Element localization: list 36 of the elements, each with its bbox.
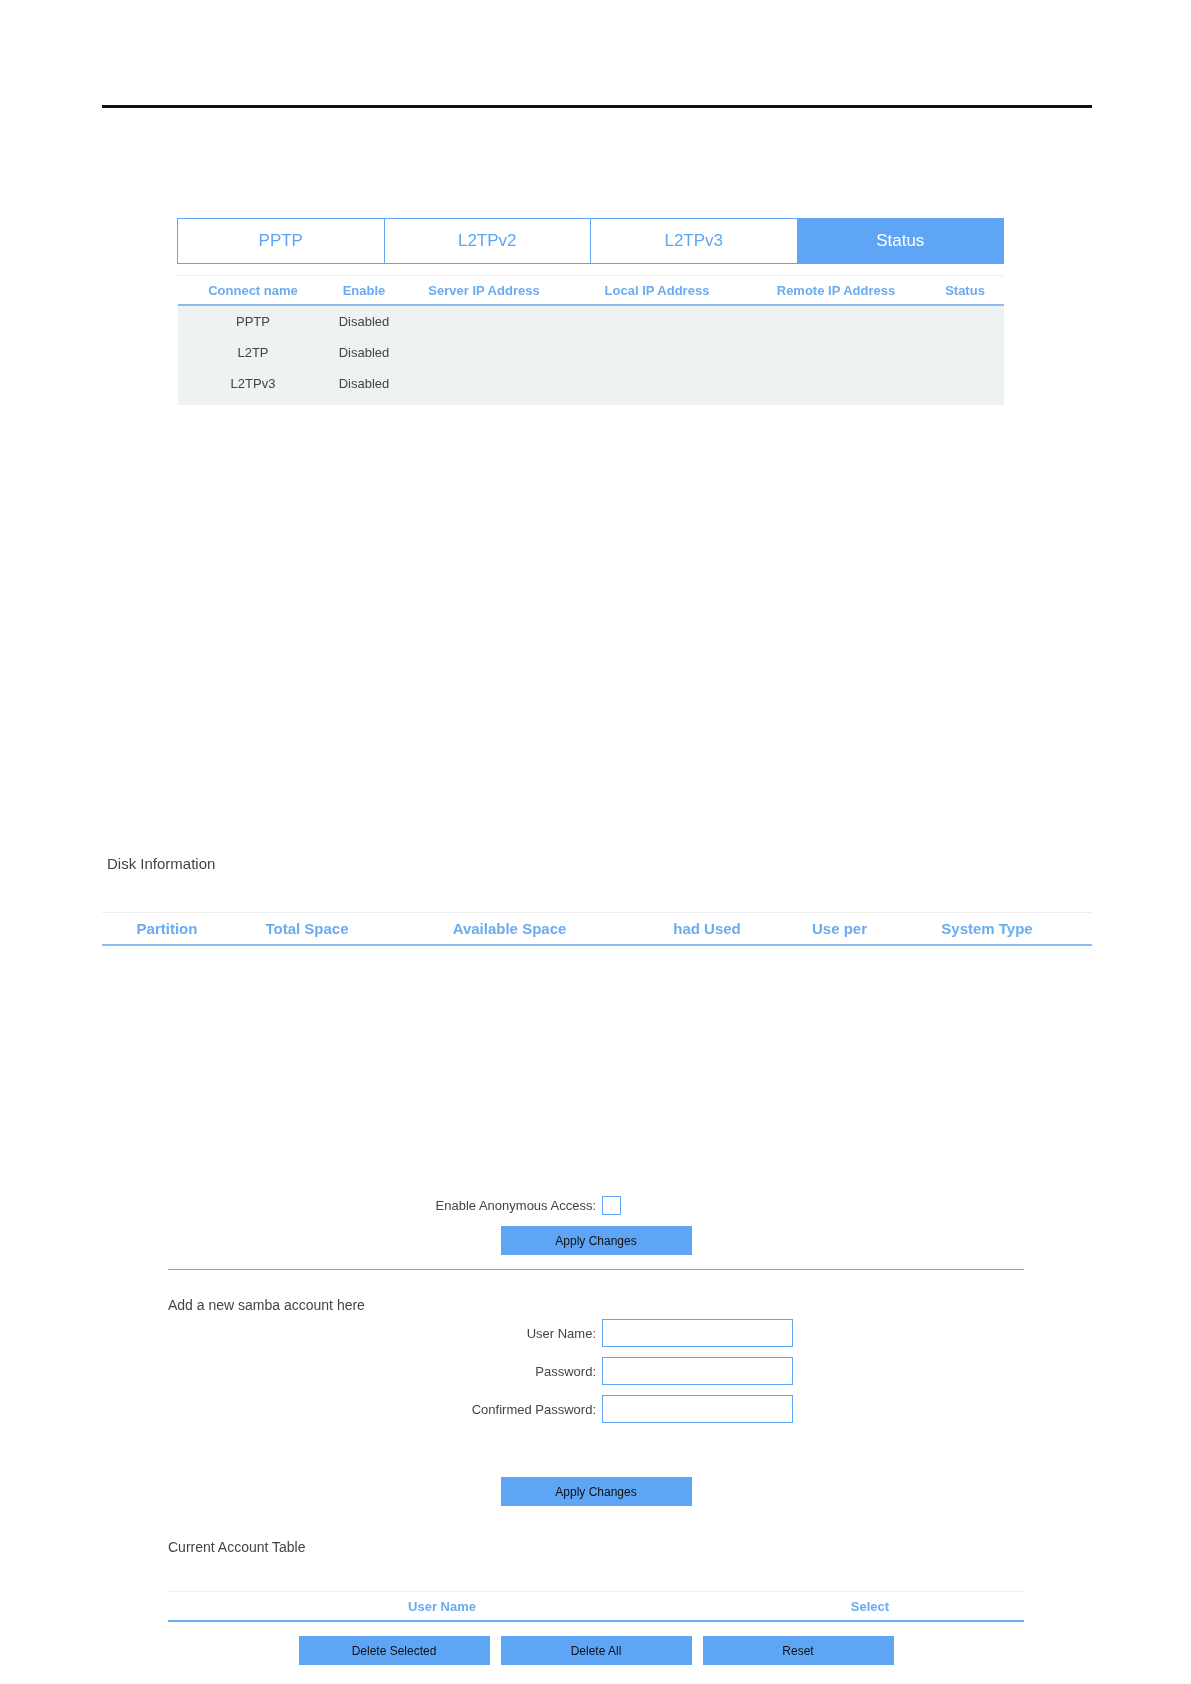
apply-button[interactable]: Apply Changes: [500, 1226, 692, 1255]
checkbox[interactable]: [602, 1196, 621, 1215]
input-field[interactable]: [602, 1319, 793, 1347]
column-header: Select: [849, 1598, 891, 1614]
column-header: Enable: [341, 282, 387, 298]
field-label: User Name:: [525, 1325, 597, 1341]
section-title: Current Account Table: [168, 1539, 307, 1555]
action-button[interactable]: Reset: [702, 1636, 894, 1665]
column-header: Total Space: [264, 920, 350, 937]
column-header: Use per: [811, 920, 868, 937]
table-cell-text: Disabled: [337, 345, 391, 360]
field-label: Password:: [534, 1363, 597, 1379]
column-header: Available Space: [451, 920, 568, 937]
input-field[interactable]: [602, 1357, 793, 1385]
table-cell-text: PPTP: [235, 314, 271, 329]
column-header: User Name: [407, 1598, 477, 1614]
column-header: System Type: [940, 920, 1034, 937]
table-cell-text: L2TP: [236, 345, 270, 360]
table-cell-text: Disabled: [337, 376, 391, 391]
column-header: had Used: [672, 920, 742, 937]
action-button[interactable]: Delete All: [500, 1636, 692, 1665]
table-cell-text: Disabled: [337, 314, 391, 329]
input-field[interactable]: [602, 1395, 793, 1423]
column-header: Status: [944, 282, 986, 298]
column-header: Local IP Address: [603, 282, 711, 298]
field-label: Enable Anonymous Access:: [434, 1198, 597, 1213]
apply-button[interactable]: Apply Changes: [500, 1477, 692, 1506]
field-label: Confirmed Password:: [470, 1401, 597, 1417]
table-cell-text: L2TPv3: [229, 376, 277, 391]
column-header: Partition: [135, 920, 199, 937]
action-button[interactable]: Delete Selected: [298, 1636, 490, 1665]
column-header: Connect name: [207, 282, 299, 298]
column-header: Remote IP Address: [775, 282, 897, 298]
section-title: Disk Information: [107, 855, 217, 872]
section-title: Add a new samba account here: [168, 1297, 366, 1313]
column-header: Server IP Address: [427, 282, 541, 298]
